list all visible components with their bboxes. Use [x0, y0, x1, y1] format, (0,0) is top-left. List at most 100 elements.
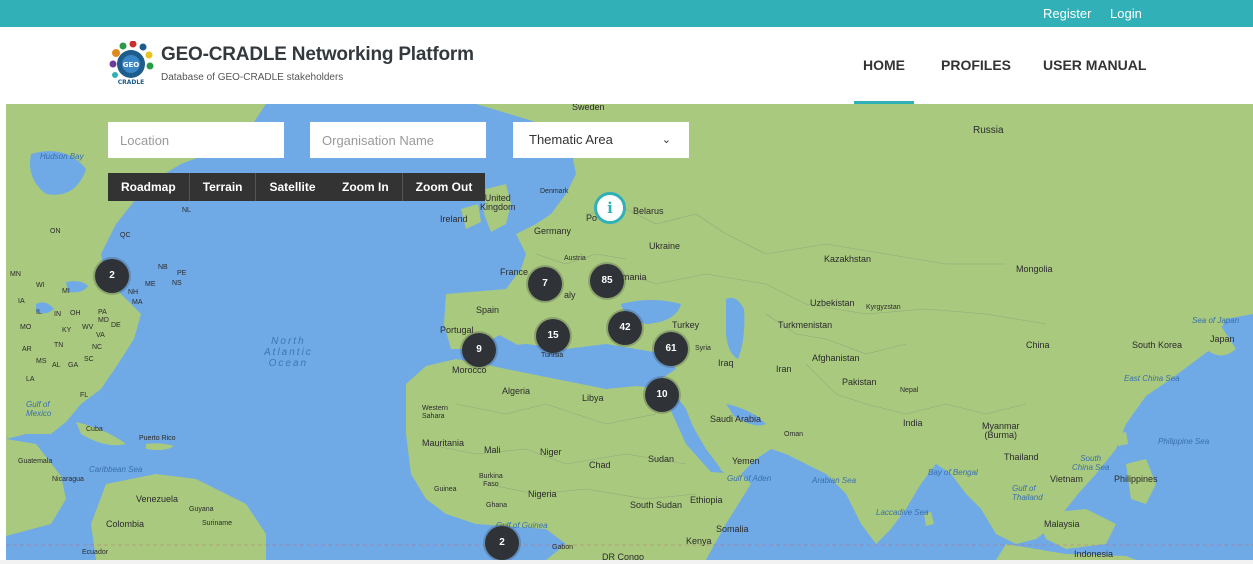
label-pa: PA: [98, 309, 107, 316]
label-iraq: Iraq: [718, 358, 734, 368]
label-western-sahara: Western Sahara: [422, 405, 448, 420]
sea-gulf-of-mexico: Gulf of Mexico: [26, 400, 52, 418]
label-la: LA: [26, 376, 35, 383]
cluster-marker[interactable]: 15: [536, 319, 570, 353]
label-mi: MI: [62, 288, 70, 295]
label-india: India: [903, 418, 923, 428]
label-va: VA: [96, 332, 105, 339]
nav-home[interactable]: HOME: [863, 57, 905, 73]
label-qc: QC: [120, 232, 131, 239]
label-russia: Russia: [973, 125, 1004, 136]
zoom-out-button[interactable]: Zoom Out: [403, 173, 486, 201]
label-kazakhstan: Kazakhstan: [824, 254, 872, 264]
cluster-marker[interactable]: 85: [590, 264, 624, 298]
location-input[interactable]: [108, 122, 284, 158]
svg-text:CRADLE: CRADLE: [118, 79, 145, 86]
map[interactable]: Sweden Russia Belarus Ukraine Kazakhstan…: [6, 104, 1253, 560]
label-nc: NC: [92, 344, 103, 351]
satellite-button[interactable]: Satellite: [256, 173, 328, 201]
ocean-north-atlantic: North Atlantic Ocean: [264, 336, 313, 369]
label-ireland: Ireland: [440, 214, 468, 224]
label-libya: Libya: [582, 393, 604, 403]
sea-philippine: Philippine Sea: [1158, 437, 1210, 446]
label-burkina-faso: Burkina Faso: [479, 473, 503, 488]
label-japan: Japan: [1210, 334, 1235, 344]
sea-gulf-of-thailand: Gulf of Thailand: [1012, 484, 1043, 502]
label-iran: Iran: [776, 364, 792, 374]
sea-hudson-bay: Hudson Bay: [40, 152, 84, 161]
terrain-button[interactable]: Terrain: [190, 173, 257, 201]
label-dr-congo: DR Congo: [602, 552, 645, 560]
label-ms: MS: [36, 358, 47, 365]
label-tunisia: Tunisia: [541, 352, 564, 359]
nav-user-manual[interactable]: USER MANUAL: [1043, 57, 1146, 73]
label-austria: Austria: [564, 255, 586, 262]
cluster-marker[interactable]: 7: [528, 267, 562, 301]
label-pe: PE: [177, 270, 187, 277]
label-ma: MA: [132, 299, 143, 306]
label-nl: NL: [182, 207, 191, 214]
label-france: France: [500, 267, 529, 277]
label-wi: WI: [36, 282, 45, 289]
label-niger: Niger: [540, 447, 562, 457]
roadmap-button[interactable]: Roadmap: [108, 173, 190, 201]
label-fl: FL: [80, 392, 89, 399]
label-mongolia: Mongolia: [1016, 264, 1053, 274]
label-kyrgyzstan: Kyrgyzstan: [866, 304, 901, 311]
cluster-marker[interactable]: 42: [608, 311, 642, 345]
label-mauritania: Mauritania: [422, 438, 465, 448]
register-link[interactable]: Register: [1043, 6, 1091, 21]
geo-cradle-logo[interactable]: GEO CRADLE: [108, 41, 154, 87]
label-malaysia: Malaysia: [1044, 519, 1080, 529]
cluster-marker[interactable]: 2: [485, 526, 519, 560]
organisation-name-input[interactable]: [310, 122, 486, 158]
label-sc: SC: [84, 356, 94, 363]
sea-south-china: South China Sea: [1072, 454, 1110, 472]
label-ia: IA: [18, 298, 25, 305]
label-ar: AR: [22, 346, 32, 353]
label-south-korea: South Korea: [1132, 340, 1183, 350]
label-turkmenistan: Turkmenistan: [778, 320, 833, 330]
label-on: ON: [50, 228, 61, 235]
label-turkey: Turkey: [672, 320, 700, 330]
label-ghana: Ghana: [486, 502, 508, 509]
label-mali: Mali: [484, 445, 501, 455]
label-nh: NH: [128, 289, 139, 296]
label-syria: Syria: [695, 345, 711, 352]
label-italy: aly: [564, 290, 576, 300]
label-mo: MO: [20, 324, 32, 331]
label-guinea: Guinea: [434, 486, 457, 493]
top-bar: Register Login: [0, 0, 1253, 27]
site-header: GEO CRADLE GEO-CRADLE Networking Platfor…: [0, 27, 1253, 104]
cluster-marker[interactable]: 61: [654, 332, 688, 366]
label-china: China: [1026, 340, 1050, 350]
page-footer-strip: [0, 560, 1253, 564]
label-suriname: Suriname: [202, 520, 232, 527]
cluster-marker[interactable]: 2: [95, 259, 129, 293]
info-marker-icon[interactable]: i: [594, 192, 626, 224]
zoom-in-button[interactable]: Zoom In: [329, 173, 403, 201]
cluster-marker[interactable]: 9: [462, 333, 496, 367]
label-guyana: Guyana: [189, 506, 214, 513]
login-link[interactable]: Login: [1110, 6, 1142, 21]
zoom-controls: Zoom In Zoom Out: [329, 173, 486, 201]
label-ky: KY: [62, 327, 72, 334]
label-nepal: Nepal: [900, 387, 919, 394]
label-afghanistan: Afghanistan: [812, 353, 860, 363]
site-title[interactable]: GEO-CRADLE Networking Platform: [161, 44, 474, 66]
label-guatemala: Guatemala: [18, 458, 53, 465]
label-united-kingdom: United Kingdom: [480, 193, 516, 212]
label-philippines: Philippines: [1114, 474, 1158, 484]
label-vietnam: Vietnam: [1050, 474, 1083, 484]
thematic-area-select[interactable]: Thematic Area ⌄: [513, 122, 689, 158]
label-oman: Oman: [784, 431, 804, 438]
label-somalia: Somalia: [716, 524, 749, 534]
cluster-marker[interactable]: 10: [645, 378, 679, 412]
label-denmark: Denmark: [540, 188, 569, 195]
label-in: IN: [54, 311, 61, 318]
sea-east-china: East China Sea: [1124, 374, 1180, 383]
label-myanmar: Myanmar (Burma): [982, 421, 1020, 440]
sea-bay-of-bengal: Bay of Bengal: [928, 468, 978, 477]
nav-profiles[interactable]: PROFILES: [941, 57, 1011, 73]
label-germany: Germany: [534, 226, 572, 236]
